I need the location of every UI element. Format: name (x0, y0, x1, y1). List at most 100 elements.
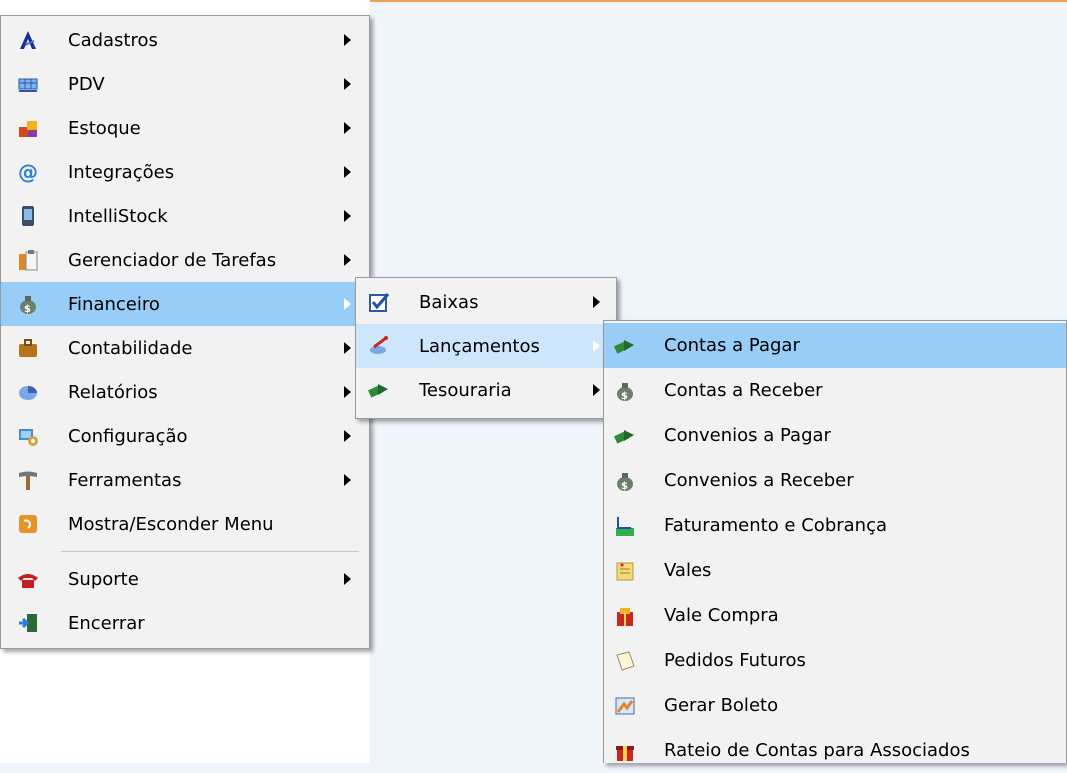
cadastros-icon (17, 29, 39, 51)
menu-item-label: Lançamentos (419, 335, 540, 357)
svg-text:@: @ (18, 161, 38, 183)
money-bag-icon: $ (614, 470, 636, 492)
menu-item-encerrar[interactable]: Encerrar (1, 601, 369, 645)
money-arrow-icon (368, 379, 390, 401)
menu-item-baixas[interactable]: Baixas (356, 280, 616, 324)
menu-item-ferramentas[interactable]: Ferramentas (1, 458, 369, 502)
financeiro-submenu: Baixas Lançamentos Tesouraria (355, 277, 617, 419)
menu-item-estoque[interactable]: Estoque (1, 106, 369, 150)
document-icon (614, 650, 636, 672)
hammer-icon (17, 469, 39, 491)
exit-door-icon (17, 612, 39, 634)
menu-item-pedidos-futuros[interactable]: Pedidos Futuros (604, 638, 1066, 683)
menu-item-label: Encerrar (68, 612, 145, 634)
submenu-arrow-icon (344, 298, 351, 310)
menu-item-label: Convenios a Pagar (664, 425, 831, 446)
menu-item-label: Configuração (68, 425, 188, 447)
pen-satellite-icon (368, 335, 390, 357)
submenu-arrow-icon (344, 386, 351, 398)
menu-item-label: Tesouraria (419, 379, 512, 401)
menu-item-contabilidade[interactable]: Contabilidade (1, 326, 369, 370)
menu-item-label: Suporte (68, 568, 139, 590)
submenu-arrow-icon (344, 430, 351, 442)
submenu-arrow-icon (344, 122, 351, 134)
money-arrow-icon (614, 335, 636, 357)
menu-item-financeiro[interactable]: $ Financeiro (1, 282, 369, 326)
menu-item-faturamento-cobranca[interactable]: Faturamento e Cobrança (604, 503, 1066, 548)
menu-item-rateio-contas[interactable]: Rateio de Contas para Associados (604, 728, 1066, 773)
at-sign-icon: @ (17, 161, 39, 183)
menu-item-label: Vale Compra (664, 605, 779, 626)
submenu-arrow-icon (593, 384, 600, 396)
svg-text:$: $ (621, 391, 628, 402)
menu-item-label: Financeiro (68, 293, 160, 315)
submenu-arrow-icon (593, 296, 600, 308)
toggle-menu-icon (17, 513, 39, 535)
menu-item-vales[interactable]: Vales (604, 548, 1066, 593)
menu-item-pdv[interactable]: PDV (1, 62, 369, 106)
menu-item-convenios-a-receber[interactable]: $ Convenios a Receber (604, 458, 1066, 503)
clipboard-icon (17, 249, 39, 271)
submenu-arrow-icon (344, 34, 351, 46)
checkbox-icon (368, 291, 390, 313)
menu-item-label: Gerenciador de Tarefas (68, 249, 277, 271)
menu-item-label: Gerar Boleto (664, 695, 779, 716)
menu-item-contas-a-pagar[interactable]: Contas a Pagar (604, 323, 1066, 368)
menu-item-suporte[interactable]: Suporte (1, 557, 369, 601)
billing-icon (614, 515, 636, 537)
mobile-device-icon (17, 205, 39, 227)
menu-item-label: Pedidos Futuros (664, 650, 806, 671)
menu-item-label: Convenios a Receber (664, 470, 854, 491)
pie-chart-icon (17, 381, 39, 403)
menu-item-gerar-boleto[interactable]: Gerar Boleto (604, 683, 1066, 728)
menu-item-configuracao[interactable]: Configuração (1, 414, 369, 458)
menu-item-tesouraria[interactable]: Tesouraria (356, 368, 616, 412)
phone-icon (17, 568, 39, 590)
menu-item-integracoes[interactable]: @ Integrações (1, 150, 369, 194)
config-icon (17, 425, 39, 447)
menu-item-mostra-esconder[interactable]: Mostra/Esconder Menu (1, 502, 369, 546)
menu-item-label: Integrações (68, 161, 175, 183)
menu-item-label: Mostra/Esconder Menu (68, 513, 274, 535)
menu-item-contas-a-receber[interactable]: $ Contas a Receber (604, 368, 1066, 413)
main-menu: Cadastros PDV Estoque @ Integrações Inte… (0, 15, 370, 649)
menu-item-label: Baixas (419, 291, 479, 313)
menu-item-label: IntelliStock (68, 205, 168, 227)
menu-item-lancamentos[interactable]: Lançamentos (356, 324, 616, 368)
menu-item-cadastros[interactable]: Cadastros (1, 18, 369, 62)
stock-boxes-icon (17, 117, 39, 139)
menu-item-label: Vales (664, 560, 712, 581)
money-bag-icon: $ (17, 293, 39, 315)
menu-item-intellistock[interactable]: IntelliStock (1, 194, 369, 238)
submenu-arrow-icon (593, 340, 600, 352)
gift-box-icon (614, 740, 636, 762)
menu-item-label: Contas a Receber (664, 380, 823, 401)
menu-item-relatorios[interactable]: Relatórios (1, 370, 369, 414)
menu-item-gerenciador-tarefas[interactable]: Gerenciador de Tarefas (1, 238, 369, 282)
boleto-icon (614, 695, 636, 717)
submenu-arrow-icon (344, 78, 351, 90)
menu-item-label: Cadastros (68, 29, 158, 51)
gift-bag-icon (614, 605, 636, 627)
menu-item-label: Contabilidade (68, 337, 193, 359)
menu-item-label: Faturamento e Cobrança (664, 515, 888, 536)
submenu-arrow-icon (344, 342, 351, 354)
submenu-arrow-icon (344, 474, 351, 486)
menu-item-label: PDV (68, 73, 105, 95)
menu-item-convenios-a-pagar[interactable]: Convenios a Pagar (604, 413, 1066, 458)
menu-item-label: Contas a Pagar (664, 335, 800, 356)
money-bag-icon: $ (614, 380, 636, 402)
submenu-arrow-icon (344, 166, 351, 178)
submenu-arrow-icon (344, 573, 351, 585)
submenu-arrow-icon (344, 254, 351, 266)
menu-item-vale-compra[interactable]: Vale Compra (604, 593, 1066, 638)
menu-item-label: Relatórios (68, 381, 158, 403)
note-icon (614, 560, 636, 582)
menu-separator (61, 551, 359, 552)
svg-text:$: $ (24, 304, 31, 315)
svg-text:$: $ (621, 481, 628, 492)
menu-item-label: Ferramentas (68, 469, 182, 491)
briefcase-icon (17, 337, 39, 359)
lancamentos-submenu: Contas a Pagar $ Contas a Receber Conven… (603, 320, 1067, 763)
pdv-register-icon (17, 73, 39, 95)
